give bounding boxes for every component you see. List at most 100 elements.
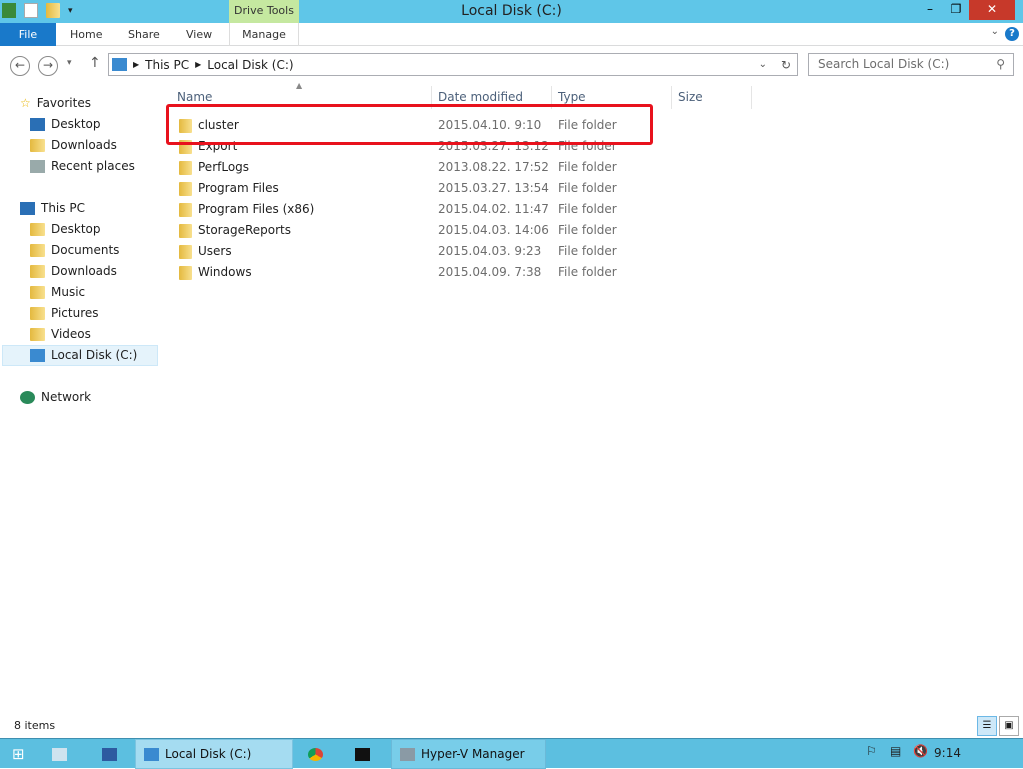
recent-places-icon bbox=[30, 160, 45, 173]
file-type: File folder bbox=[558, 202, 617, 216]
file-row[interactable]: Program Files 2015.03.27. 13:54 File folde… bbox=[163, 178, 743, 199]
file-name: PerfLogs bbox=[198, 160, 250, 174]
column-header-size[interactable]: Size bbox=[672, 86, 752, 109]
refresh-icon[interactable]: ↻ bbox=[781, 58, 791, 72]
cmd-button[interactable] bbox=[347, 739, 370, 769]
drive-icon bbox=[144, 747, 159, 761]
tab-file[interactable]: File bbox=[0, 23, 56, 46]
folder-icon bbox=[179, 203, 192, 217]
sidebar-item-local-disk[interactable]: Local Disk (C:) bbox=[2, 345, 158, 366]
taskbar-hyperv-manager[interactable]: Hyper-V Manager bbox=[391, 739, 546, 769]
folder-icon bbox=[179, 224, 192, 238]
folder-icon bbox=[179, 161, 192, 175]
label: Documents bbox=[51, 243, 120, 257]
tab-view[interactable]: View bbox=[186, 23, 212, 46]
label: Hyper-V Manager bbox=[421, 746, 525, 761]
powershell-icon bbox=[102, 747, 117, 761]
date-modified: 2015.04.03. 9:23 bbox=[438, 244, 542, 258]
sidebar-item-desktop[interactable]: Desktop bbox=[30, 114, 101, 135]
label: Local Disk (C:) bbox=[165, 746, 252, 761]
sidebar-item-desktop[interactable]: Desktop bbox=[30, 219, 101, 240]
powershell-button[interactable] bbox=[94, 739, 117, 769]
file-type: File folder bbox=[558, 244, 617, 258]
file-type: File folder bbox=[558, 223, 617, 237]
chrome-icon bbox=[308, 747, 323, 761]
file-row[interactable]: Windows 2015.04.09. 7:38 File folder bbox=[163, 262, 743, 283]
server-manager-icon bbox=[52, 747, 67, 761]
title-bar: ▾ Drive Tools Local Disk (C:) – ❐ ✕ bbox=[0, 0, 1023, 23]
folder-icon bbox=[30, 265, 45, 278]
file-name: Program Files bbox=[198, 181, 279, 195]
label: Desktop bbox=[51, 222, 101, 236]
details-view-button[interactable]: ☰ bbox=[977, 716, 997, 736]
desktop-icon bbox=[30, 118, 45, 131]
star-icon: ☆ bbox=[20, 96, 31, 110]
drive-icon bbox=[30, 349, 45, 362]
label: Favorites bbox=[36, 96, 91, 110]
search-input[interactable]: Search Local Disk (C:) ⚲ bbox=[808, 53, 1014, 76]
ribbon-tabs: File Home Share View Manage ⌄ ? bbox=[0, 23, 1023, 46]
status-item-count: 8 items bbox=[14, 719, 56, 732]
sidebar-this-pc[interactable]: This PC bbox=[20, 198, 85, 219]
sidebar-item-downloads[interactable]: Downloads bbox=[30, 261, 117, 282]
folder-icon bbox=[179, 182, 192, 196]
date-modified: 2015.03.27. 13:54 bbox=[438, 181, 549, 195]
tab-manage[interactable]: Manage bbox=[229, 23, 299, 46]
folder-icon bbox=[30, 328, 45, 341]
breadcrumb-this-pc[interactable]: This PC bbox=[145, 58, 189, 72]
windows-icon: ⊞ bbox=[12, 744, 25, 763]
date-modified: 2015.04.02. 11:47 bbox=[438, 202, 549, 216]
file-row[interactable]: Program Files (x86) 2015.04.02. 11:47 File… bbox=[163, 199, 743, 220]
forward-button[interactable]: → bbox=[38, 56, 58, 76]
sidebar-item-recent-places[interactable]: Recent places bbox=[30, 156, 135, 177]
expand-ribbon-icon[interactable]: ⌄ bbox=[991, 26, 999, 37]
sidebar-item-videos[interactable]: Videos bbox=[30, 324, 91, 345]
taskbar-local-disk[interactable]: Local Disk (C:) bbox=[135, 739, 293, 769]
sidebar-item-downloads[interactable]: Downloads bbox=[30, 135, 117, 156]
file-type: File folder bbox=[558, 160, 617, 174]
folder-icon bbox=[30, 307, 45, 320]
label: Videos bbox=[51, 327, 91, 341]
folder-icon bbox=[30, 244, 45, 257]
chrome-button[interactable] bbox=[300, 739, 323, 769]
back-button[interactable]: ← bbox=[10, 56, 30, 76]
tab-home[interactable]: Home bbox=[70, 23, 102, 46]
window-title: Local Disk (C:) bbox=[461, 3, 562, 19]
sidebar-favorites[interactable]: ☆ Favorites bbox=[20, 93, 91, 114]
minimize-button[interactable]: – bbox=[917, 0, 943, 20]
sidebar-item-pictures[interactable]: Pictures bbox=[30, 303, 99, 324]
large-icons-view-button[interactable]: ▣ bbox=[999, 716, 1019, 736]
server-manager-button[interactable] bbox=[44, 739, 67, 769]
close-button[interactable]: ✕ bbox=[969, 0, 1015, 20]
sidebar-item-documents[interactable]: Documents bbox=[30, 240, 119, 261]
tab-share[interactable]: Share bbox=[128, 23, 160, 46]
address-bar[interactable]: ▶ This PC ▶ Local Disk (C:) ⌄ ↻ bbox=[108, 53, 798, 76]
label: Desktop bbox=[51, 117, 101, 131]
clock[interactable]: 9:14 bbox=[934, 746, 961, 760]
recent-locations-icon[interactable]: ▾ bbox=[67, 58, 72, 68]
file-row[interactable]: PerfLogs 2013.08.22. 17:52 File folder bbox=[163, 157, 743, 178]
sidebar-network[interactable]: Network bbox=[20, 387, 91, 408]
file-name: Users bbox=[198, 244, 232, 258]
taskbar: ⊞ Local Disk (C:) Hyper-V Manager ⚐ ▤ 🔇 … bbox=[0, 738, 1023, 769]
up-button[interactable]: ↑ bbox=[89, 55, 101, 71]
date-modified: 2015.04.03. 14:06 bbox=[438, 223, 549, 237]
breadcrumb-local-disk[interactable]: Local Disk (C:) bbox=[207, 58, 293, 72]
folder-icon bbox=[30, 286, 45, 299]
file-name: StorageReports bbox=[198, 223, 291, 237]
address-dropdown-icon[interactable]: ⌄ bbox=[759, 59, 767, 70]
search-placeholder: Search Local Disk (C:) bbox=[818, 57, 950, 71]
network-tray-icon[interactable]: ▤ bbox=[890, 744, 901, 758]
action-center-flag-icon[interactable]: ⚐ bbox=[866, 744, 877, 758]
restore-button[interactable]: ❐ bbox=[943, 0, 969, 20]
sidebar-item-music[interactable]: Music bbox=[30, 282, 85, 303]
label: Recent places bbox=[51, 159, 135, 173]
cmd-icon bbox=[355, 747, 370, 761]
file-row[interactable]: Users 2015.04.03. 9:23 File folder bbox=[163, 241, 743, 262]
volume-muted-icon[interactable]: 🔇 bbox=[913, 744, 928, 758]
label: Network bbox=[41, 390, 92, 404]
help-icon[interactable]: ? bbox=[1005, 27, 1019, 41]
start-button[interactable]: ⊞ bbox=[4, 739, 25, 769]
file-row[interactable]: StorageReports 2015.04.03. 14:06 File fold… bbox=[163, 220, 743, 241]
folder-icon bbox=[179, 245, 192, 259]
